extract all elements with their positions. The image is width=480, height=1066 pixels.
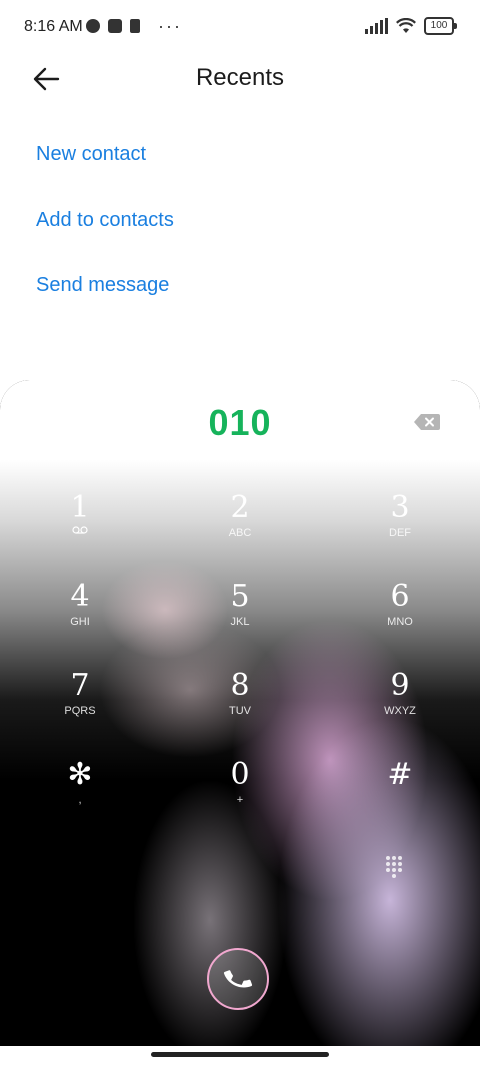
key-digit: 9 — [390, 668, 410, 703]
key-0[interactable]: 0 + — [190, 759, 290, 829]
backspace-icon — [414, 414, 440, 430]
more-notifications-icon: ··· — [158, 16, 182, 36]
key-4[interactable]: 4 GHI — [30, 581, 130, 651]
key-digit: 1 — [70, 490, 90, 525]
key-5[interactable]: 5 JKL — [190, 581, 290, 651]
key-digit: 6 — [390, 579, 410, 614]
status-bar: 8:16 AM ··· 100 — [0, 0, 480, 56]
sim-icon — [130, 19, 140, 33]
page-title: Recents — [195, 64, 285, 91]
key-star[interactable]: ✻ , — [30, 759, 130, 829]
phone-screen: 8:16 AM ··· 100 Recents New contact Add … — [0, 0, 480, 1066]
key-6[interactable]: 6 MNO — [350, 581, 450, 651]
send-message-link[interactable]: Send message — [36, 274, 169, 297]
voicemail-icon — [72, 526, 88, 534]
phone-icon — [223, 970, 253, 988]
dialer-sheet: 010 1 2 ABC 3 DEF 4 GHI 5 JKL 6 MNO 7 PQ… — [0, 380, 480, 1066]
data-saver-icon — [86, 19, 100, 33]
key-letters: MNO — [387, 616, 413, 628]
key-digit: 2 — [230, 490, 250, 525]
key-letters: GHI — [70, 616, 90, 628]
key-3[interactable]: 3 DEF — [350, 492, 450, 562]
key-digit: 5 — [230, 579, 250, 614]
status-icons-left: ··· — [86, 16, 182, 36]
key-digit: 7 — [70, 668, 90, 703]
key-7[interactable]: 7 PQRS — [30, 670, 130, 740]
key-letters: ABC — [228, 527, 252, 539]
dialpad-toggle-button[interactable] — [386, 856, 404, 880]
key-digit: 3 — [390, 490, 410, 525]
status-icons-right: 100 — [365, 17, 457, 35]
add-to-contacts-link[interactable]: Add to contacts — [36, 209, 174, 232]
backspace-button[interactable] — [414, 414, 440, 430]
key-2[interactable]: 2 ABC — [190, 492, 290, 562]
notification-square-icon — [108, 19, 122, 33]
key-digit: 4 — [70, 579, 90, 614]
key-hash[interactable]: # — [350, 759, 450, 829]
key-8[interactable]: 8 TUV — [190, 670, 290, 740]
key-digit: 8 — [230, 668, 250, 703]
key-1[interactable]: 1 — [30, 492, 130, 562]
status-time: 8:16 AM — [24, 18, 83, 35]
key-letters: DEF — [389, 527, 411, 539]
key-letters: TUV — [229, 705, 251, 717]
key-letters: PQRS — [64, 705, 96, 717]
call-button[interactable] — [207, 948, 269, 1010]
key-digit: 0 — [230, 757, 250, 792]
key-letters: + — [236, 794, 244, 806]
signal-icon — [365, 18, 388, 34]
key-letters: JKL — [230, 616, 250, 628]
key-9[interactable]: 9 WXYZ — [350, 670, 450, 740]
key-letters: WXYZ — [384, 705, 416, 717]
key-digit: # — [387, 757, 413, 792]
wifi-icon — [396, 18, 416, 33]
battery-icon: 100 — [424, 17, 457, 35]
new-contact-link[interactable]: New contact — [36, 143, 146, 166]
key-letters: , — [78, 794, 82, 806]
key-digit: ✻ — [67, 757, 93, 792]
home-indicator[interactable] — [151, 1052, 329, 1057]
entered-number: 010 — [208, 402, 272, 443]
